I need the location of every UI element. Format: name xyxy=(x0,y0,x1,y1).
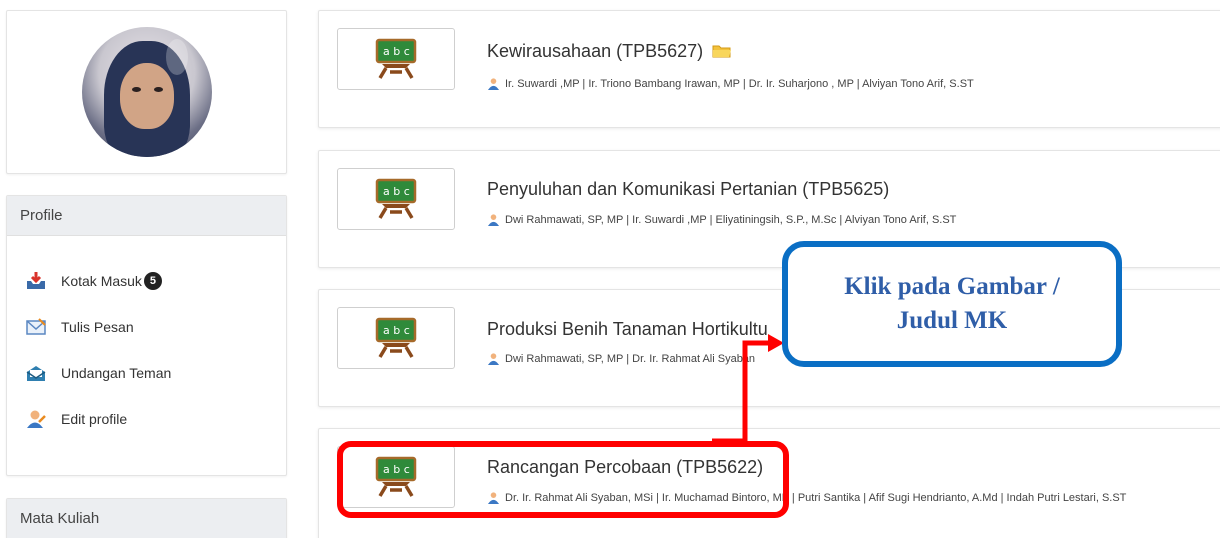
course-lecturers: Dwi Rahmawati, SP, MP | Ir. Suwardi ,MP … xyxy=(487,213,956,226)
chalkboard-abc-icon: a b c xyxy=(375,38,417,79)
invitation-icon xyxy=(26,366,46,381)
course-title-link[interactable]: Produksi Benih Tanaman Hortikultu xyxy=(487,319,768,340)
course-thumbnail[interactable]: a b c xyxy=(337,307,455,369)
chalkboard-abc-icon: a b c xyxy=(375,317,417,358)
menu-item-label: Edit profile xyxy=(61,411,128,427)
course-title: Produksi Benih Tanaman Hortikultu xyxy=(487,319,768,339)
menu-item-undangan-teman[interactable]: Undangan Teman xyxy=(25,350,286,396)
menu-item-kotak-masuk[interactable]: Kotak Masuk 5 xyxy=(25,258,286,304)
avatar-card xyxy=(6,10,287,174)
folder-icon xyxy=(712,45,732,58)
lecturer-names: Dwi Rahmawati, SP, MP | Ir. Suwardi ,MP … xyxy=(505,213,957,226)
menu-item-label: Undangan Teman xyxy=(61,365,172,381)
svg-text:a b c: a b c xyxy=(383,185,410,198)
person-icon xyxy=(487,78,500,90)
course-card: a b c Kewirausahaan (TPB5627) Ir. Suward… xyxy=(318,10,1220,128)
menu-item-label: Kotak Masuk xyxy=(61,273,142,289)
avatar[interactable] xyxy=(81,27,212,157)
profile-panel: Profile Kotak Masuk 5 Tulis Pesan Undang… xyxy=(6,195,287,476)
course-title-link[interactable]: Penyuluhan dan Komunikasi Pertanian (TPB… xyxy=(487,179,889,200)
instruction-callout: Klik pada Gambar / Judul MK xyxy=(782,241,1122,367)
course-lecturers: Ir. Suwardi ,MP | Ir. Triono Bambang Ira… xyxy=(487,77,974,90)
course-title-link[interactable]: Kewirausahaan (TPB5627) xyxy=(487,41,732,62)
course-title: Penyuluhan dan Komunikasi Pertanian (TPB… xyxy=(487,179,890,199)
course-thumbnail[interactable]: a b c xyxy=(337,168,455,230)
course-title: Kewirausahaan (TPB5627) xyxy=(487,41,704,61)
person-icon xyxy=(487,214,500,226)
unread-count-badge: 5 xyxy=(143,272,162,290)
envelope-icon xyxy=(26,318,46,335)
mata-kuliah-panel: Mata Kuliah xyxy=(6,498,287,538)
callout-line-2: Judul MK xyxy=(896,307,1008,334)
user-edit-icon xyxy=(27,410,46,428)
mata-kuliah-header[interactable]: Mata Kuliah xyxy=(7,499,286,538)
chalkboard-abc-icon: a b c xyxy=(375,178,417,219)
inbox-icon xyxy=(27,272,45,289)
course-lecturers: Dwi Rahmawati, SP, MP | Dr. Ir. Rahmat A… xyxy=(487,352,755,365)
sidebar: Profile Kotak Masuk 5 Tulis Pesan Undang… xyxy=(6,10,287,538)
callout-line-1: Klik pada Gambar / xyxy=(844,273,1060,300)
menu-item-edit-profile[interactable]: Edit profile xyxy=(25,396,286,442)
person-icon xyxy=(487,353,500,365)
highlight-box xyxy=(337,441,789,518)
course-thumbnail[interactable]: a b c xyxy=(337,28,455,90)
lecturer-names: Ir. Suwardi ,MP | Ir. Triono Bambang Ira… xyxy=(505,77,974,90)
svg-text:a b c: a b c xyxy=(383,324,410,337)
svg-text:a b c: a b c xyxy=(383,45,410,58)
menu-item-label: Tulis Pesan xyxy=(61,319,134,335)
lecturer-names: Dwi Rahmawati, SP, MP | Dr. Ir. Rahmat A… xyxy=(505,352,756,365)
menu-item-tulis-pesan[interactable]: Tulis Pesan xyxy=(25,304,286,350)
profile-panel-header: Profile xyxy=(7,196,286,236)
profile-menu: Kotak Masuk 5 Tulis Pesan Undangan Teman xyxy=(7,236,286,442)
